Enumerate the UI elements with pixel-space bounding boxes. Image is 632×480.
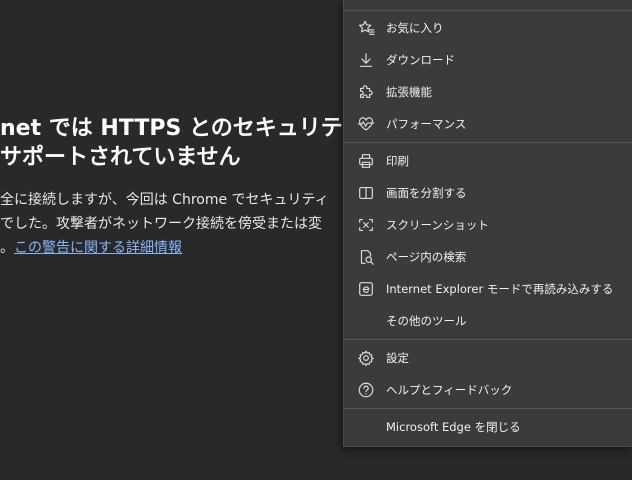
performance-heart-icon [356,114,376,134]
menu-separator [344,142,632,143]
menu-item-extensions[interactable]: 拡張機能 [344,76,632,107]
extensions-puzzle-icon [356,82,376,102]
warning-body-line-2: でした。攻撃者がネットワーク接続を傍受または変 [0,216,322,232]
menu-item-performance[interactable]: パフォーマンス [344,108,632,139]
internet-explorer-icon [356,279,376,299]
menu-separator [344,339,632,340]
split-screen-icon [356,183,376,203]
menu-item-ie-mode-reload[interactable]: Internet Explorer モードで再読み込みする [344,273,632,304]
menu-item-label: パフォーマンス [386,116,467,131]
menu-item-label: ページ内の検索 [386,249,467,264]
menu-item-screenshot[interactable]: スクリーンショット [344,209,632,240]
menu-item-label: 画面を分割する [386,185,467,200]
menu-item-label: スクリーンショット [386,217,489,232]
warning-body-line-3: 。この警告に関する詳細情報 [0,236,329,260]
menu-item-label: ダウンロード [386,52,455,67]
warning-body-prefix: 。 [0,240,14,256]
warning-details-link[interactable]: この警告に関する詳細情報 [14,240,182,256]
menu-item-find-on-page[interactable]: ページ内の検索 [344,241,632,272]
gear-icon [356,348,376,368]
menu-item-label: Microsoft Edge を閉じる [386,419,521,434]
browser-settings-menu: お気に入り ダウンロード 拡張機能 パフォーマンス 印刷 画面を分割する スクリ… [343,0,632,447]
download-arrow-icon [356,50,376,70]
menu-separator [344,408,632,409]
menu-item-close-edge[interactable]: Microsoft Edge を閉じる [344,411,632,442]
menu-item-help-feedback[interactable]: ヘルプとフィードバック [344,374,632,405]
menu-item-print[interactable]: 印刷 [344,145,632,176]
menu-separator [344,10,632,11]
printer-icon [356,151,376,171]
menu-item-label: 設定 [386,350,409,365]
favorites-star-icon [356,18,376,38]
warning-body-line-1: 全に接続しますが、今回は Chrome でセキュリティ [0,192,329,208]
menu-item-more-tools[interactable]: その他のツール [344,305,632,336]
menu-item-label: Internet Explorer モードで再読み込みする [386,281,614,296]
menu-item-label: ヘルプとフィードバック [386,382,513,397]
warning-body: 全に接続しますが、今回は Chrome でセキュリティ でした。攻撃者がネットワ… [0,188,329,260]
menu-item-split-screen[interactable]: 画面を分割する [344,177,632,208]
menu-item-label: お気に入り [386,20,444,35]
screenshot-icon [356,215,376,235]
menu-item-label: 印刷 [386,153,409,168]
menu-item-downloads[interactable]: ダウンロード [344,44,632,75]
warning-title: net では HTTPS とのセキュリティ サポートされていません [0,114,363,172]
menu-item-settings[interactable]: 設定 [344,342,632,373]
menu-item-favorites[interactable]: お気に入り [344,12,632,43]
warning-title-line-2: サポートされていません [0,145,241,170]
menu-item-label: その他のツール [386,313,467,328]
help-question-icon [356,380,376,400]
page: net では HTTPS とのセキュリティ サポートされていません 全に接続しま… [0,0,632,480]
find-on-page-icon [356,247,376,267]
warning-title-line-1: net では HTTPS とのセキュリティ [0,116,364,141]
menu-item-label: 拡張機能 [386,84,432,99]
